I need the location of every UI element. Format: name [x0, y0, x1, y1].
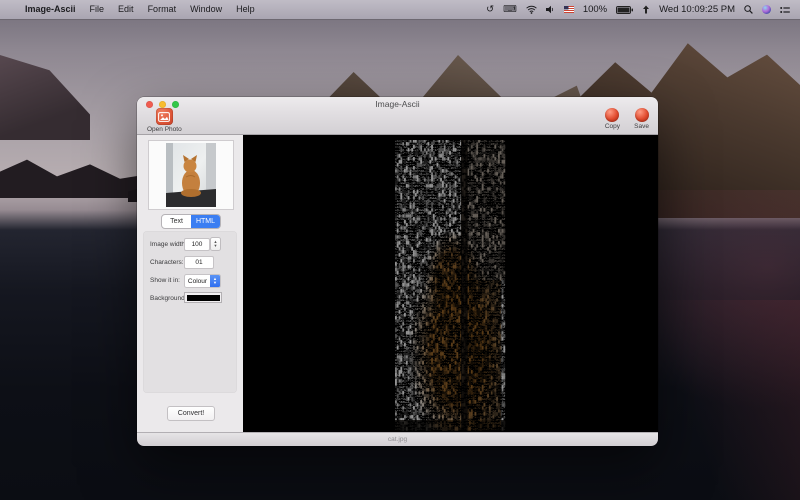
battery-percent: 100% — [583, 0, 607, 19]
save-icon — [635, 108, 649, 122]
keyboard-icon[interactable]: ⌨ — [503, 0, 517, 19]
copy-button[interactable]: Copy — [605, 108, 620, 130]
characters-input[interactable]: 01 — [184, 256, 214, 269]
battery-icon[interactable] — [616, 6, 633, 14]
tab-text[interactable]: Text — [162, 215, 191, 228]
characters-label: Characters: — [150, 259, 184, 266]
popup-caret-icon: ▲▼ — [210, 275, 220, 287]
sidebar: Text HTML Image width: 100 ▲▼ Characters… — [137, 135, 243, 432]
window-status-bar: cat.jpg — [137, 432, 658, 446]
menu-app-name[interactable]: Image-Ascii — [25, 0, 76, 19]
loaded-filename: cat.jpg — [388, 436, 407, 443]
fast-user-switch-icon[interactable] — [642, 5, 650, 14]
window-body: Text HTML Image width: 100 ▲▼ Characters… — [137, 135, 658, 432]
image-width-input[interactable]: 100 — [184, 238, 210, 251]
screen: Image-Ascii File Edit Format Window Help… — [0, 0, 800, 500]
background-row: Background: — [137, 292, 243, 304]
colour-popup-button[interactable]: Colour ▲▼ — [184, 274, 221, 288]
show-it-in-label: Show it in: — [150, 277, 180, 284]
tab-html[interactable]: HTML — [191, 215, 220, 228]
copy-icon — [605, 108, 619, 122]
background-label: Background: — [150, 295, 187, 302]
background-color-well[interactable] — [184, 292, 222, 303]
open-photo-button[interactable]: Open Photo — [147, 108, 182, 133]
time-machine-icon[interactable]: ↺ — [486, 0, 494, 19]
cat-thumbnail — [166, 143, 216, 207]
characters-row: Characters: 01 — [137, 256, 243, 268]
menu-window[interactable]: Window — [190, 0, 222, 19]
save-label: Save — [634, 123, 649, 130]
open-photo-label: Open Photo — [147, 126, 182, 133]
input-language-flag-icon[interactable] — [564, 6, 574, 13]
menu-clock[interactable]: Wed 10:09:25 PM — [659, 0, 735, 19]
menu-file[interactable]: File — [90, 0, 105, 19]
hill-left — [0, 55, 90, 140]
island-left — [0, 150, 150, 198]
volume-icon[interactable] — [546, 5, 555, 14]
app-window: Image-Ascii Open Photo Copy Save — [137, 97, 658, 446]
source-image-well[interactable] — [148, 140, 234, 210]
wifi-icon[interactable] — [526, 5, 537, 14]
ascii-art-block: +%=░*=::▓░██░▒@▒▓*:-~▒+&█:▒-█▒~~:--~▒%█*… — [395, 140, 507, 432]
menu-edit[interactable]: Edit — [118, 0, 134, 19]
window-title: Image-Ascii — [137, 99, 658, 109]
menu-help[interactable]: Help — [236, 0, 255, 19]
colour-popup-value: Colour — [185, 278, 210, 285]
copy-label: Copy — [605, 123, 620, 130]
convert-button[interactable]: Convert! — [167, 406, 215, 421]
save-button[interactable]: Save — [634, 108, 649, 130]
window-chrome: Image-Ascii Open Photo Copy Save — [137, 97, 658, 135]
menu-format[interactable]: Format — [148, 0, 177, 19]
image-width-row: Image width: 100 ▲▼ — [137, 238, 243, 250]
open-photo-icon — [156, 108, 173, 125]
show-it-in-row: Show it in: Colour ▲▼ — [137, 274, 243, 286]
notification-center-icon[interactable] — [780, 6, 790, 14]
menu-status-area: ↺ ⌨ 100% Wed 10:09:25 PM — [486, 0, 790, 19]
output-mode-segmented-control: Text HTML — [161, 214, 221, 229]
image-width-stepper[interactable]: ▲▼ — [210, 237, 221, 251]
background-color-swatch — [187, 295, 220, 301]
ascii-output-canvas: +%=░*=::▓░██░▒@▒▓*:-~▒+&█:▒-█▒~~:--~▒%█*… — [243, 135, 658, 432]
image-width-label: Image width: — [150, 241, 187, 248]
spotlight-search-icon[interactable] — [744, 5, 753, 14]
menu-bar: Image-Ascii File Edit Format Window Help… — [0, 0, 800, 19]
siri-icon[interactable] — [762, 5, 771, 14]
ascii-art: +%=░*=::▓░██░▒@▒▓*:-~▒+&█:▒-█▒~~:--~▒%█*… — [395, 140, 507, 431]
